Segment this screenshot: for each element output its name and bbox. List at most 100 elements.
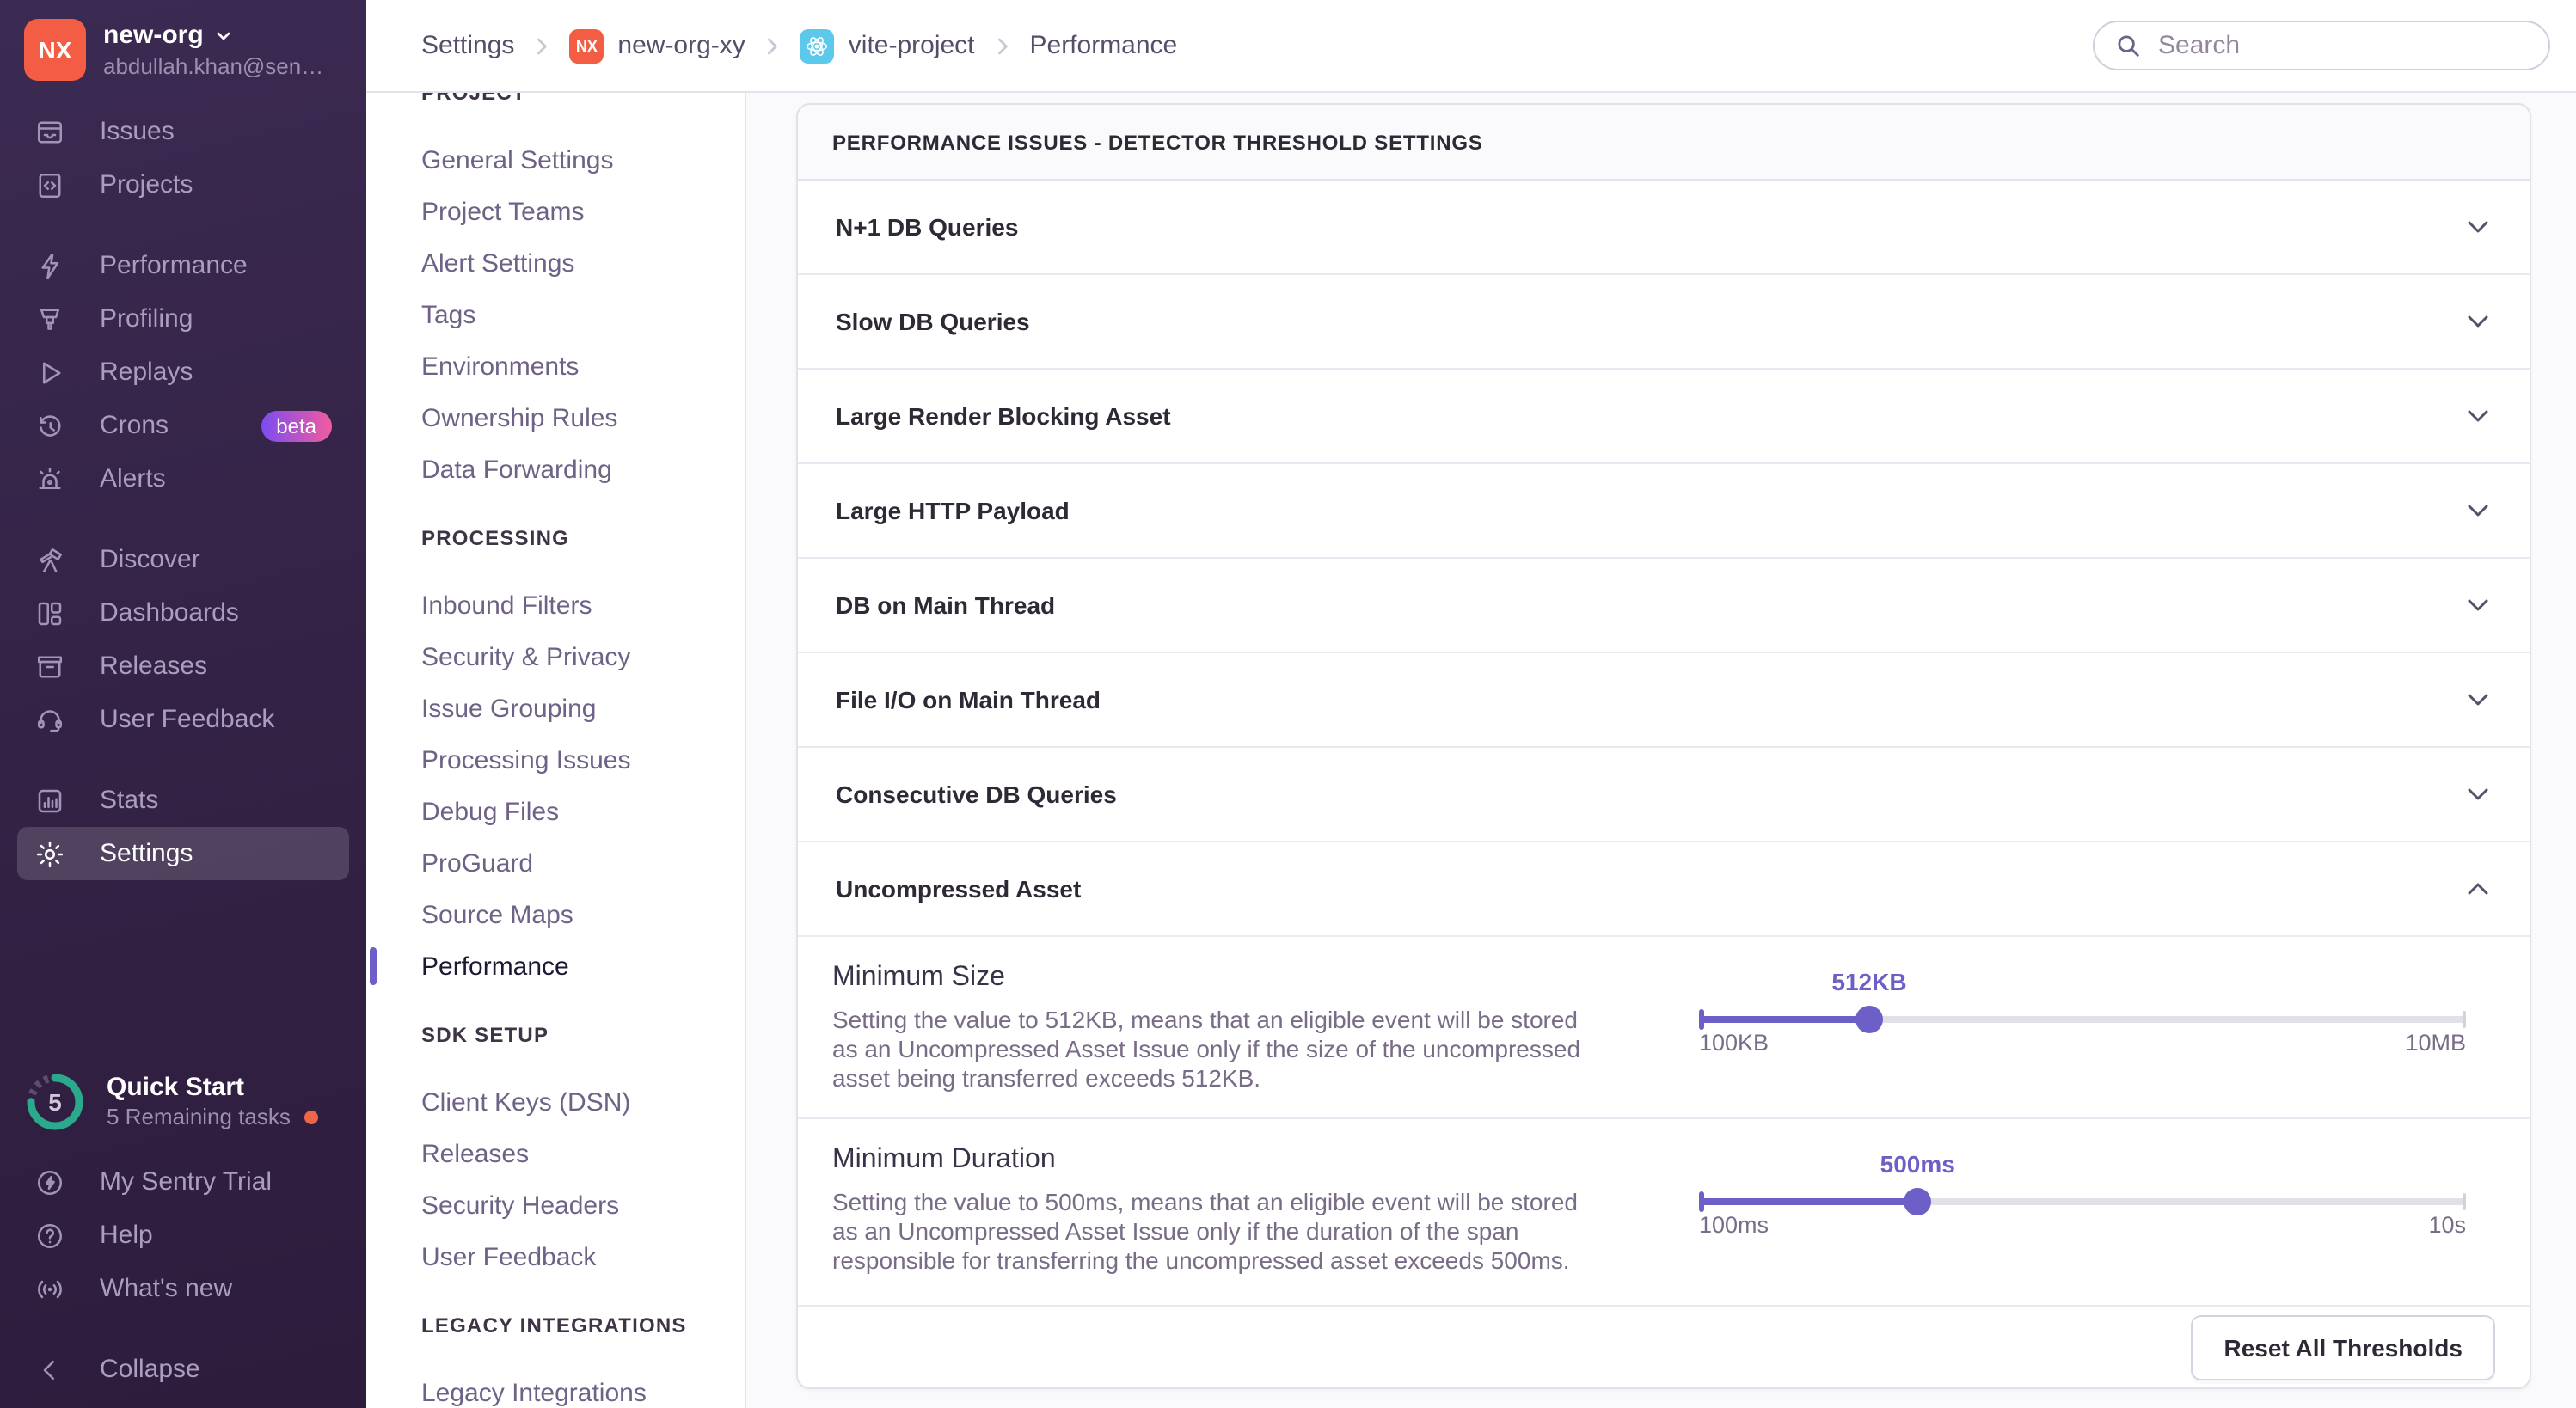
subnav-item-general-settings[interactable]: General Settings	[421, 134, 727, 186]
sidebar-item-releases[interactable]: Releases	[17, 640, 349, 693]
sidebar-item-label: Discover	[100, 545, 200, 574]
sidebar-item-projects[interactable]: Projects	[17, 158, 349, 211]
chevron-up-icon	[2464, 875, 2492, 903]
detector-row-slow-db-queries[interactable]: Slow DB Queries	[798, 275, 2530, 370]
subnav-item-security-headers[interactable]: Security Headers	[421, 1179, 727, 1231]
subnav-item-proguard[interactable]: ProGuard	[421, 837, 727, 889]
field-label: Minimum Duration	[832, 1143, 1606, 1178]
settings-subnav: PROJECT General Settings Project Teams A…	[366, 93, 746, 1408]
notification-dot	[304, 1111, 318, 1124]
search-input[interactable]	[2155, 29, 2528, 62]
sidebar-item-whats-new[interactable]: What's new	[17, 1262, 349, 1315]
minimum-duration-slider[interactable]: 500ms 100ms 10s	[1699, 1119, 2466, 1305]
chevron-right-icon	[991, 34, 1015, 58]
broadcast-icon	[34, 1273, 65, 1304]
slider-max-label: 10s	[2428, 1212, 2466, 1238]
slider-min-tick	[1699, 1191, 1704, 1212]
sidebar-item-label: Crons	[100, 411, 169, 440]
org-switcher[interactable]: NX new-org abdullah.khan@sen…	[0, 0, 366, 98]
sidebar-item-discover[interactable]: Discover	[17, 533, 349, 586]
subnav-item-environments[interactable]: Environments	[421, 340, 727, 392]
search-box[interactable]	[2093, 21, 2550, 70]
subnav-item-processing-issues[interactable]: Processing Issues	[421, 734, 727, 786]
replays-icon	[34, 357, 65, 388]
sidebar-item-label: What's new	[100, 1274, 232, 1303]
sidebar-item-profiling[interactable]: Profiling	[17, 292, 349, 346]
org-email: abdullah.khan@sen…	[103, 52, 323, 80]
subnav-item-client-keys[interactable]: Client Keys (DSN)	[421, 1076, 727, 1128]
subnav-item-performance[interactable]: Performance	[421, 940, 727, 992]
chevron-down-icon	[2464, 497, 2492, 524]
subnav-item-releases[interactable]: Releases	[421, 1128, 727, 1179]
sidebar-item-settings[interactable]: Settings	[17, 827, 349, 880]
sidebar-item-dashboards[interactable]: Dashboards	[17, 586, 349, 640]
sidebar-item-my-sentry-trial[interactable]: My Sentry Trial	[17, 1155, 349, 1209]
subnav-item-debug-files[interactable]: Debug Files	[421, 786, 727, 837]
detector-row-uncompressed-asset[interactable]: Uncompressed Asset	[798, 842, 2530, 937]
sidebar-item-label: Settings	[100, 839, 193, 868]
sidebar-item-user-feedback[interactable]: User Feedback	[17, 693, 349, 746]
minimum-size-slider[interactable]: 512KB 100KB 10MB	[1699, 937, 2466, 1117]
subnav-section-legacy-integrations: LEGACY INTEGRATIONS	[421, 1313, 727, 1339]
quick-start-panel[interactable]: 5 Quick Start 5 Remaining tasks	[17, 1061, 349, 1143]
breadcrumb-page[interactable]: Performance	[1030, 31, 1178, 60]
breadcrumb-project[interactable]: vite-project	[800, 28, 975, 63]
crons-icon	[34, 410, 65, 441]
discover-icon	[34, 544, 65, 575]
detector-row-file-io-on-main-thread[interactable]: File I/O on Main Thread	[798, 653, 2530, 748]
primary-sidebar: NX new-org abdullah.khan@sen… Issues Pro…	[0, 0, 366, 1408]
detector-row-consecutive-db-queries[interactable]: Consecutive DB Queries	[798, 748, 2530, 842]
breadcrumb-org[interactable]: NX new-org-xy	[569, 28, 745, 63]
react-project-icon	[800, 28, 835, 63]
alerts-icon	[34, 463, 65, 494]
trial-icon	[34, 1166, 65, 1197]
org-avatar: NX	[24, 19, 86, 81]
chevron-right-icon	[530, 34, 554, 58]
subnav-item-ownership-rules[interactable]: Ownership Rules	[421, 392, 727, 444]
subnav-item-legacy-integrations[interactable]: Legacy Integrations	[421, 1367, 727, 1408]
subnav-item-project-teams[interactable]: Project Teams	[421, 186, 727, 237]
slider-min-tick	[1699, 1009, 1704, 1030]
sidebar-item-label: Replays	[100, 358, 193, 387]
sidebar-item-label: Issues	[100, 117, 175, 146]
slider-max-tick	[2463, 1011, 2466, 1028]
detector-row-db-on-main-thread[interactable]: DB on Main Thread	[798, 559, 2530, 653]
sidebar-item-help[interactable]: Help	[17, 1209, 349, 1262]
org-name: new-org	[103, 20, 204, 51]
subnav-item-alert-settings[interactable]: Alert Settings	[421, 237, 727, 289]
sidebar-item-label: Help	[100, 1221, 153, 1250]
slider-value: 500ms	[1880, 1150, 1955, 1178]
subnav-section-project: PROJECT	[421, 93, 727, 107]
chevron-down-icon	[2464, 781, 2492, 808]
subnav-item-source-maps[interactable]: Source Maps	[421, 889, 727, 940]
app-window: NX new-org abdullah.khan@sen… Issues Pro…	[0, 0, 2576, 1408]
subnav-item-issue-grouping[interactable]: Issue Grouping	[421, 683, 727, 734]
slider-track[interactable]	[1699, 1016, 2466, 1023]
sidebar-item-performance[interactable]: Performance	[17, 239, 349, 292]
subnav-item-security-privacy[interactable]: Security & Privacy	[421, 631, 727, 683]
quick-start-subtitle: 5 Remaining tasks	[107, 1104, 291, 1131]
detector-row-large-http-payload[interactable]: Large HTTP Payload	[798, 464, 2530, 559]
search-icon	[2115, 33, 2141, 58]
minimum-duration-field: Minimum Duration Setting the value to 50…	[798, 1119, 2530, 1307]
slider-min-label: 100KB	[1699, 1030, 1769, 1056]
sidebar-item-stats[interactable]: Stats	[17, 774, 349, 827]
sidebar-item-label: Projects	[100, 170, 193, 199]
slider-track[interactable]	[1699, 1198, 2466, 1205]
sidebar-item-issues[interactable]: Issues	[17, 105, 349, 158]
sidebar-item-replays[interactable]: Replays	[17, 346, 349, 399]
sidebar-item-crons[interactable]: Crons beta	[17, 399, 349, 452]
subnav-item-inbound-filters[interactable]: Inbound Filters	[421, 579, 727, 631]
sidebar-item-label: Profiling	[100, 304, 193, 334]
dashboards-icon	[34, 597, 65, 628]
subnav-item-data-forwarding[interactable]: Data Forwarding	[421, 444, 727, 495]
subnav-item-tags[interactable]: Tags	[421, 289, 727, 340]
subnav-item-user-feedback[interactable]: User Feedback	[421, 1231, 727, 1283]
collapse-sidebar-button[interactable]: Collapse	[17, 1343, 349, 1396]
detector-row-n-plus-one-db-queries[interactable]: N+1 DB Queries	[798, 181, 2530, 275]
reset-all-thresholds-button[interactable]: Reset All Thresholds	[2192, 1314, 2496, 1380]
help-icon	[34, 1220, 65, 1251]
detector-row-large-render-blocking-asset[interactable]: Large Render Blocking Asset	[798, 370, 2530, 464]
sidebar-item-alerts[interactable]: Alerts	[17, 452, 349, 505]
breadcrumb-settings[interactable]: Settings	[421, 31, 514, 60]
